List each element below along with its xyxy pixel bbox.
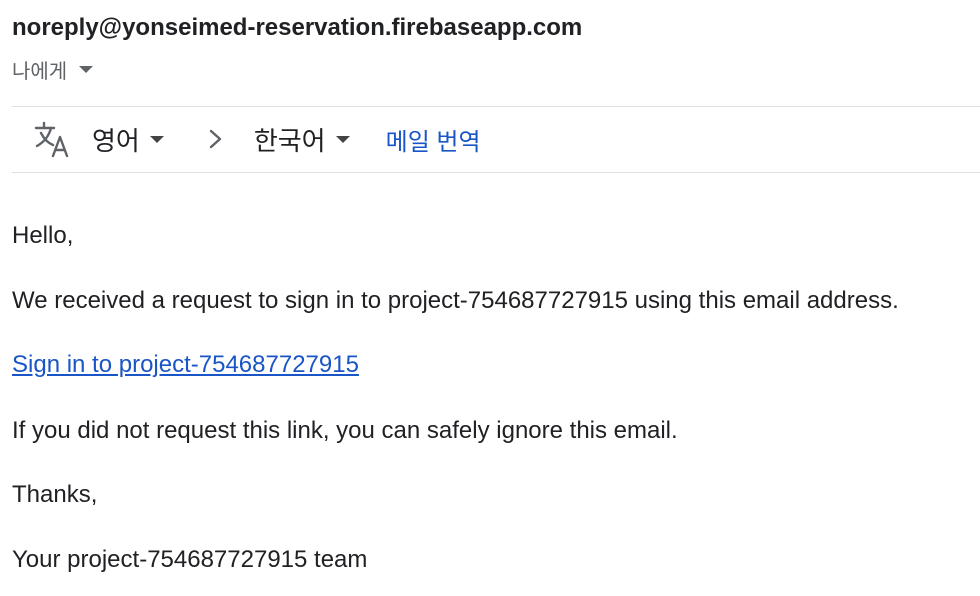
recipient-details-toggle[interactable]: 나에게 [12, 56, 94, 83]
chevron-down-icon [335, 135, 350, 143]
sign-in-link[interactable]: Sign in to project-754687727915 [12, 351, 359, 379]
translate-message-link[interactable]: 메일 번역 [386, 122, 481, 157]
recipient-label: 나에게 [12, 60, 68, 83]
source-language-select[interactable]: 영어 [92, 121, 164, 158]
source-language-label: 영어 [92, 125, 140, 156]
signature-text: Your project-754687727915 team [12, 546, 368, 573]
divider [12, 172, 980, 173]
thanks-text: Thanks, [12, 481, 98, 508]
chevron-down-icon [149, 135, 164, 143]
chevron-down-icon [79, 65, 94, 73]
ignore-note-text: If you did not request this link, you ca… [12, 417, 678, 444]
divider [12, 106, 980, 107]
greeting-text: Hello, [12, 222, 74, 249]
message-text: We received a request to sign in to proj… [12, 287, 899, 314]
translate-bar: 영어 한국어 메일 번역 [34, 116, 481, 162]
sender-address: noreply@yonseimed-reservation.firebaseap… [12, 14, 583, 41]
target-language-select[interactable]: 한국어 [254, 121, 350, 158]
translate-icon [34, 120, 72, 158]
target-language-label: 한국어 [253, 125, 326, 156]
chevron-right-icon [208, 127, 224, 151]
